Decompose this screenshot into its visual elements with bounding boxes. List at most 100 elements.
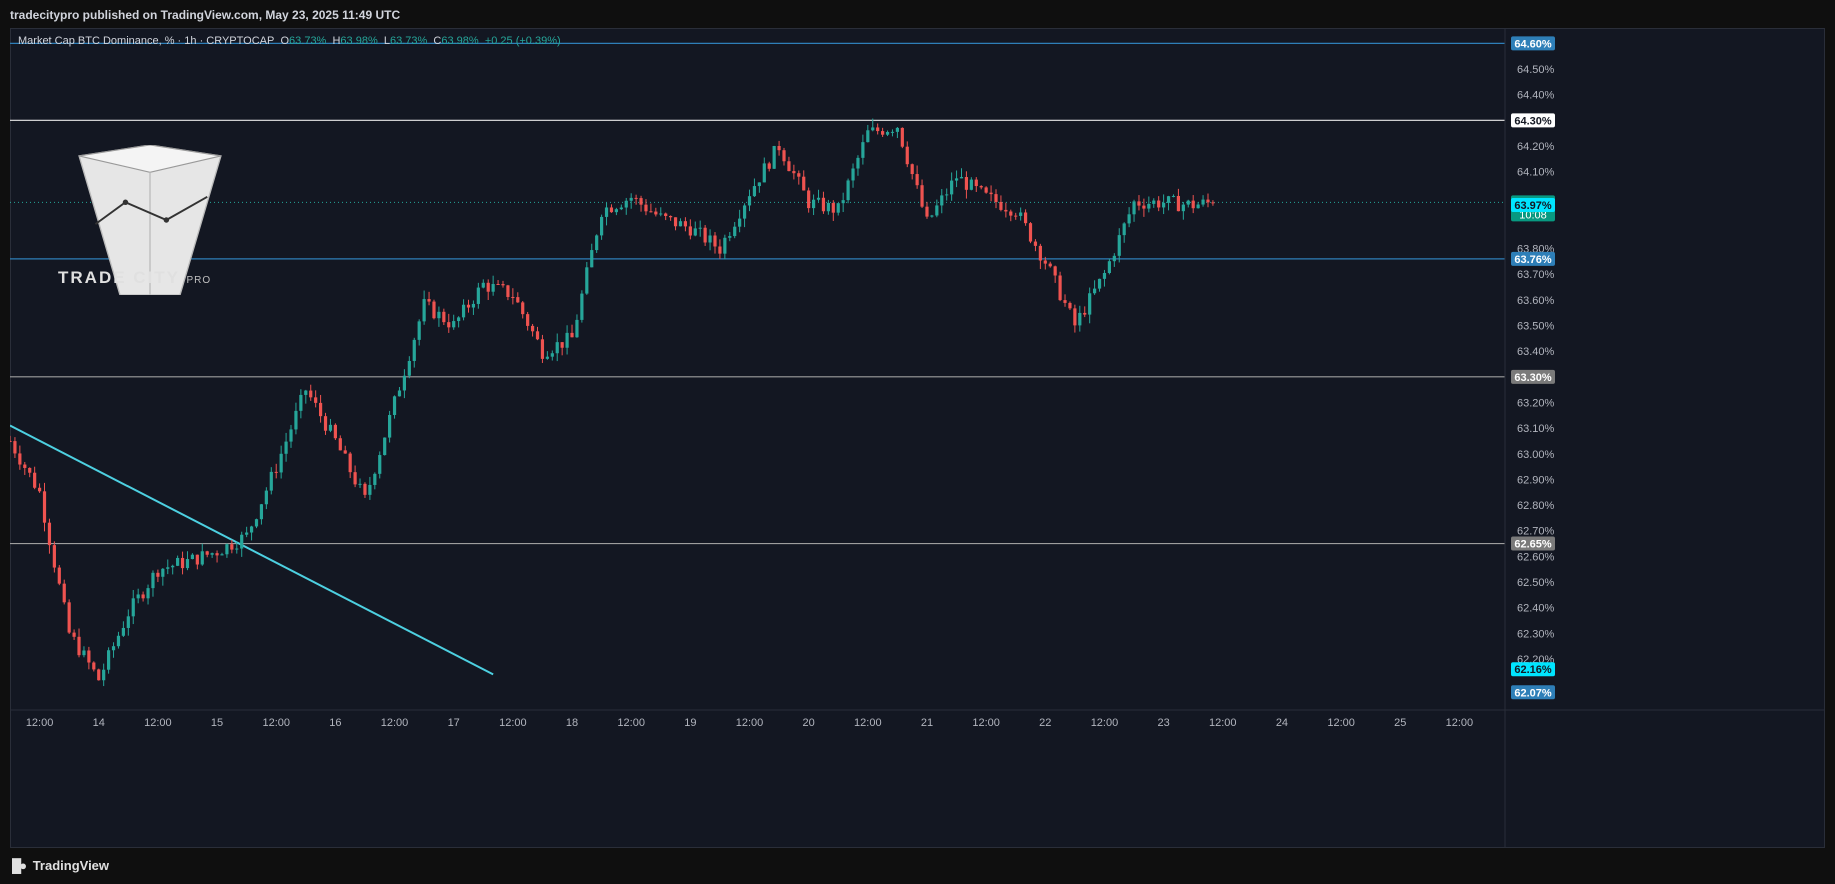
candle-body xyxy=(274,471,278,473)
candle-body xyxy=(314,397,318,403)
candle-body xyxy=(979,186,983,188)
candle-body xyxy=(1028,223,1033,242)
tradingview-brand-text: TradingView xyxy=(32,858,110,873)
candle-body xyxy=(728,236,732,238)
candle-body xyxy=(156,572,160,577)
candle-body xyxy=(427,299,431,302)
x-tick-label: 12:00 xyxy=(1327,717,1355,729)
candle-body xyxy=(669,216,673,218)
candle-body xyxy=(422,299,426,322)
y-tick-label: 62.30% xyxy=(1517,628,1555,640)
candle-body xyxy=(1176,195,1181,212)
candle-body xyxy=(945,194,949,196)
candle-body xyxy=(747,196,752,206)
candle-body xyxy=(476,287,480,304)
candle-body xyxy=(299,394,303,411)
candle-body xyxy=(62,583,66,603)
candle-body xyxy=(664,213,668,217)
candle-body xyxy=(950,180,954,195)
x-tick-label: 12:00 xyxy=(617,717,645,729)
candle-body xyxy=(1102,273,1107,279)
candle-body xyxy=(491,284,495,292)
candle-body xyxy=(1196,204,1200,209)
candle-body xyxy=(851,168,855,181)
candle-body xyxy=(959,177,964,179)
candle-body xyxy=(13,441,17,454)
candle-body xyxy=(797,173,801,177)
candle-body xyxy=(447,322,451,328)
candle-body xyxy=(856,157,860,169)
candle-body xyxy=(388,415,392,438)
candle-body xyxy=(358,483,362,485)
candle-body xyxy=(1014,215,1018,217)
candle-body xyxy=(1181,204,1185,212)
candle-body xyxy=(861,142,865,158)
candle-body xyxy=(905,146,909,165)
price-tag-label: 62.07% xyxy=(1514,687,1552,699)
candle-body xyxy=(131,598,135,617)
y-tick-label: 64.10% xyxy=(1517,167,1555,179)
x-tick-label: 12:00 xyxy=(381,717,409,729)
y-tick-label: 63.40% xyxy=(1517,346,1555,358)
candle-body xyxy=(521,302,525,315)
candle-body xyxy=(1093,288,1097,294)
candle-body xyxy=(752,186,757,197)
candle-body xyxy=(693,228,697,236)
candle-body xyxy=(107,650,111,670)
candle-body xyxy=(151,572,155,589)
tradingview-brand[interactable]: █● TradingView xyxy=(12,858,109,873)
candle-body xyxy=(1152,200,1156,204)
x-tick-label: 12:00 xyxy=(1209,717,1237,729)
candlestick-chart[interactable]: 64.50%64.40%64.20%64.10%63.80%63.70%63.6… xyxy=(10,28,1825,848)
candle-body xyxy=(1122,223,1126,236)
candle-body xyxy=(895,127,899,132)
y-tick-label: 63.10% xyxy=(1517,423,1555,435)
x-tick-label: 22 xyxy=(1039,717,1051,729)
candle-body xyxy=(284,441,288,454)
candle-body xyxy=(466,304,471,308)
price-tag-label: 63.30% xyxy=(1514,372,1552,384)
candle-body xyxy=(141,594,145,599)
candle-body xyxy=(614,209,618,213)
candle-body xyxy=(841,200,845,204)
candle-body xyxy=(624,200,628,208)
candle-body xyxy=(634,197,638,199)
candle-body xyxy=(1068,302,1072,309)
candle-body xyxy=(703,227,707,243)
candle-body xyxy=(767,163,771,169)
candle-body xyxy=(92,662,96,670)
candle-body xyxy=(471,303,476,308)
candle-body xyxy=(353,472,357,485)
candle-body xyxy=(708,235,712,243)
candle-body xyxy=(811,199,816,209)
candle-body xyxy=(807,190,811,209)
candle-body xyxy=(1009,211,1013,216)
candle-body xyxy=(718,246,722,254)
y-tick-label: 64.50% xyxy=(1517,64,1555,76)
candle-body xyxy=(964,177,969,190)
candle-body xyxy=(318,402,323,417)
candle-body xyxy=(595,235,599,251)
candle-body xyxy=(654,211,658,215)
candle-body xyxy=(550,353,554,357)
candle-body xyxy=(264,490,268,505)
candle-body xyxy=(437,311,441,319)
candle-body xyxy=(195,554,199,565)
candle-body xyxy=(461,304,466,318)
x-tick-label: 19 xyxy=(684,717,696,729)
candle-body xyxy=(1157,200,1161,208)
candle-body xyxy=(126,616,130,628)
price-tag-label: 63.76% xyxy=(1514,254,1552,266)
candle-body xyxy=(659,213,663,215)
x-tick-label: 12:00 xyxy=(499,717,527,729)
y-tick-label: 63.60% xyxy=(1517,295,1555,307)
candle-body xyxy=(1112,255,1116,262)
candle-body xyxy=(1191,200,1195,209)
candle-body xyxy=(826,202,830,212)
candle-body xyxy=(1117,235,1121,256)
candle-body xyxy=(397,390,402,397)
x-tick-label: 12:00 xyxy=(972,717,1000,729)
candle-body xyxy=(348,453,352,473)
price-tag-label: 63.97% xyxy=(1514,200,1552,212)
candle-body xyxy=(600,216,604,236)
